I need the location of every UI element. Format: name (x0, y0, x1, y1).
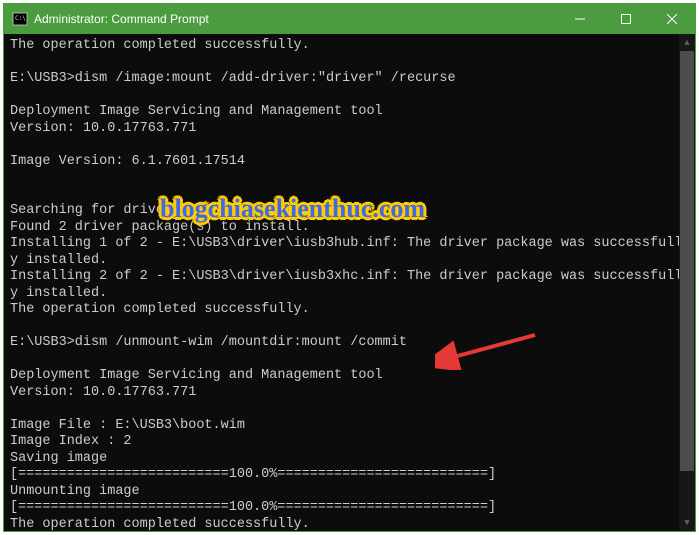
cmd-icon: C:\ (12, 11, 28, 27)
terminal-line: Image Version: 6.1.7601.17514 (10, 154, 689, 171)
terminal-line: E:\USB3>dism /image:mount /add-driver:"d… (10, 71, 689, 88)
terminal-line (10, 137, 689, 154)
terminal-output[interactable]: The operation completed successfully. E:… (4, 34, 695, 531)
terminal-line: The operation completed successfully. (10, 302, 689, 319)
terminal-line: The operation completed successfully. (10, 38, 689, 55)
terminal-line: Image File : E:\USB3\boot.wim (10, 418, 689, 435)
terminal-line: Image Index : 2 (10, 434, 689, 451)
terminal-line: [==========================100.0%=======… (10, 500, 689, 517)
close-button[interactable] (649, 4, 695, 34)
terminal-line (10, 187, 689, 204)
terminal-line: [==========================100.0%=======… (10, 467, 689, 484)
window-title: Administrator: Command Prompt (34, 12, 557, 26)
terminal-line: Searching for driver packages to install… (10, 203, 689, 220)
terminal-line (10, 352, 689, 369)
scrollbar-thumb[interactable] (680, 51, 694, 471)
command-prompt-window: C:\ Administrator: Command Prompt The op… (3, 3, 696, 532)
terminal-line (10, 170, 689, 187)
terminal-line (10, 55, 689, 72)
terminal-line: Deployment Image Servicing and Managemen… (10, 368, 689, 385)
terminal-line: Unmounting image (10, 484, 689, 501)
terminal-line: Installing 2 of 2 - E:\USB3\driver\iusb3… (10, 269, 689, 302)
terminal-line: Installing 1 of 2 - E:\USB3\driver\iusb3… (10, 236, 689, 269)
terminal-line (10, 88, 689, 105)
terminal-line (10, 401, 689, 418)
terminal-line: The operation completed successfully. (10, 517, 689, 532)
scroll-down-arrow[interactable]: ▼ (679, 514, 695, 531)
terminal-line (10, 319, 689, 336)
vertical-scrollbar[interactable]: ▲ ▼ (679, 34, 695, 531)
titlebar[interactable]: C:\ Administrator: Command Prompt (4, 4, 695, 34)
terminal-line: Saving image (10, 451, 689, 468)
terminal-line: Found 2 driver package(s) to install. (10, 220, 689, 237)
terminal-line: Deployment Image Servicing and Managemen… (10, 104, 689, 121)
terminal-line: Version: 10.0.17763.771 (10, 385, 689, 402)
terminal-line: E:\USB3>dism /unmount-wim /mountdir:moun… (10, 335, 689, 352)
minimize-button[interactable] (557, 4, 603, 34)
svg-text:C:\: C:\ (15, 15, 26, 22)
maximize-button[interactable] (603, 4, 649, 34)
window-controls (557, 4, 695, 34)
terminal-line: Version: 10.0.17763.771 (10, 121, 689, 138)
scroll-up-arrow[interactable]: ▲ (679, 34, 695, 51)
